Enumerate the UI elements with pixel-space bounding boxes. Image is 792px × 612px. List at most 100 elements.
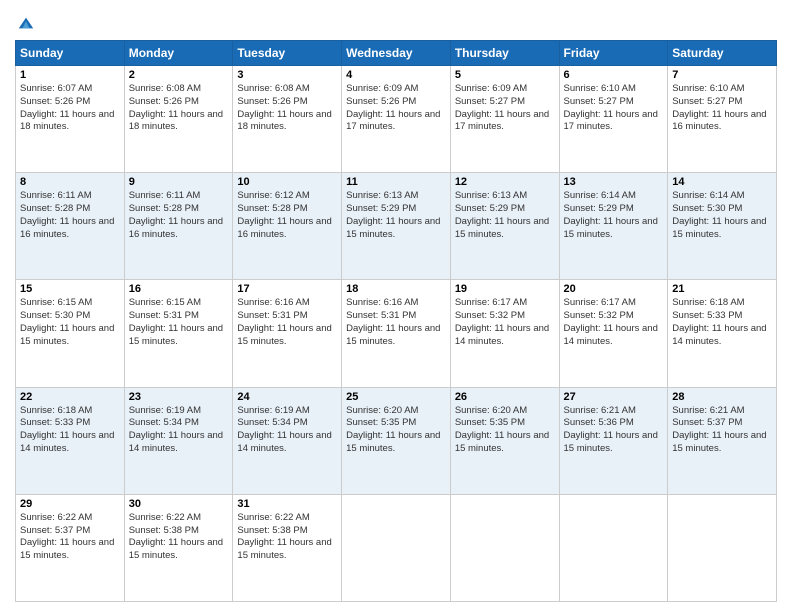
day-number: 2: [129, 69, 229, 81]
calendar-cell: 16 Sunrise: 6:15 AMSunset: 5:31 PMDaylig…: [124, 280, 233, 387]
calendar-cell: 23 Sunrise: 6:19 AMSunset: 5:34 PMDaylig…: [124, 387, 233, 494]
day-detail: Sunrise: 6:10 AMSunset: 5:27 PMDaylight:…: [672, 83, 772, 134]
day-detail: Sunrise: 6:22 AMSunset: 5:38 PMDaylight:…: [237, 512, 337, 563]
calendar-cell: 28 Sunrise: 6:21 AMSunset: 5:37 PMDaylig…: [668, 387, 777, 494]
calendar-cell: 10 Sunrise: 6:12 AMSunset: 5:28 PMDaylig…: [233, 173, 342, 280]
day-detail: Sunrise: 6:20 AMSunset: 5:35 PMDaylight:…: [346, 405, 446, 456]
day-detail: Sunrise: 6:17 AMSunset: 5:32 PMDaylight:…: [455, 297, 555, 348]
day-detail: Sunrise: 6:09 AMSunset: 5:27 PMDaylight:…: [455, 83, 555, 134]
day-detail: Sunrise: 6:18 AMSunset: 5:33 PMDaylight:…: [20, 405, 120, 456]
calendar-table: SundayMondayTuesdayWednesdayThursdayFrid…: [15, 40, 777, 602]
day-number: 9: [129, 176, 229, 188]
header: [15, 10, 777, 32]
day-detail: Sunrise: 6:20 AMSunset: 5:35 PMDaylight:…: [455, 405, 555, 456]
day-number: 28: [672, 391, 772, 403]
calendar-cell: 22 Sunrise: 6:18 AMSunset: 5:33 PMDaylig…: [16, 387, 125, 494]
day-detail: Sunrise: 6:19 AMSunset: 5:34 PMDaylight:…: [129, 405, 229, 456]
day-detail: Sunrise: 6:22 AMSunset: 5:37 PMDaylight:…: [20, 512, 120, 563]
calendar-day-header: Saturday: [668, 41, 777, 66]
calendar-header-row: SundayMondayTuesdayWednesdayThursdayFrid…: [16, 41, 777, 66]
day-number: 14: [672, 176, 772, 188]
calendar-cell: 9 Sunrise: 6:11 AMSunset: 5:28 PMDayligh…: [124, 173, 233, 280]
day-detail: Sunrise: 6:14 AMSunset: 5:30 PMDaylight:…: [672, 190, 772, 241]
day-detail: Sunrise: 6:17 AMSunset: 5:32 PMDaylight:…: [564, 297, 664, 348]
day-detail: Sunrise: 6:07 AMSunset: 5:26 PMDaylight:…: [20, 83, 120, 134]
calendar-cell: [342, 494, 451, 601]
day-detail: Sunrise: 6:16 AMSunset: 5:31 PMDaylight:…: [346, 297, 446, 348]
calendar-cell: 6 Sunrise: 6:10 AMSunset: 5:27 PMDayligh…: [559, 66, 668, 173]
calendar-cell: 5 Sunrise: 6:09 AMSunset: 5:27 PMDayligh…: [450, 66, 559, 173]
calendar-cell: 4 Sunrise: 6:09 AMSunset: 5:26 PMDayligh…: [342, 66, 451, 173]
calendar-cell: 2 Sunrise: 6:08 AMSunset: 5:26 PMDayligh…: [124, 66, 233, 173]
calendar-cell: 20 Sunrise: 6:17 AMSunset: 5:32 PMDaylig…: [559, 280, 668, 387]
calendar-cell: 29 Sunrise: 6:22 AMSunset: 5:37 PMDaylig…: [16, 494, 125, 601]
calendar-cell: 13 Sunrise: 6:14 AMSunset: 5:29 PMDaylig…: [559, 173, 668, 280]
calendar-day-header: Wednesday: [342, 41, 451, 66]
day-detail: Sunrise: 6:08 AMSunset: 5:26 PMDaylight:…: [129, 83, 229, 134]
day-detail: Sunrise: 6:13 AMSunset: 5:29 PMDaylight:…: [455, 190, 555, 241]
logo: [15, 14, 35, 32]
calendar-week-row: 22 Sunrise: 6:18 AMSunset: 5:33 PMDaylig…: [16, 387, 777, 494]
calendar-week-row: 1 Sunrise: 6:07 AMSunset: 5:26 PMDayligh…: [16, 66, 777, 173]
day-number: 20: [564, 283, 664, 295]
day-number: 12: [455, 176, 555, 188]
calendar-day-header: Monday: [124, 41, 233, 66]
calendar-cell: 14 Sunrise: 6:14 AMSunset: 5:30 PMDaylig…: [668, 173, 777, 280]
calendar-cell: [450, 494, 559, 601]
day-detail: Sunrise: 6:11 AMSunset: 5:28 PMDaylight:…: [20, 190, 120, 241]
calendar-cell: 1 Sunrise: 6:07 AMSunset: 5:26 PMDayligh…: [16, 66, 125, 173]
day-number: 11: [346, 176, 446, 188]
day-detail: Sunrise: 6:18 AMSunset: 5:33 PMDaylight:…: [672, 297, 772, 348]
day-number: 4: [346, 69, 446, 81]
day-number: 15: [20, 283, 120, 295]
day-detail: Sunrise: 6:13 AMSunset: 5:29 PMDaylight:…: [346, 190, 446, 241]
calendar-cell: [559, 494, 668, 601]
calendar-cell: 3 Sunrise: 6:08 AMSunset: 5:26 PMDayligh…: [233, 66, 342, 173]
day-detail: Sunrise: 6:15 AMSunset: 5:31 PMDaylight:…: [129, 297, 229, 348]
calendar-day-header: Tuesday: [233, 41, 342, 66]
calendar-cell: [668, 494, 777, 601]
day-detail: Sunrise: 6:22 AMSunset: 5:38 PMDaylight:…: [129, 512, 229, 563]
day-number: 1: [20, 69, 120, 81]
day-number: 23: [129, 391, 229, 403]
day-number: 3: [237, 69, 337, 81]
day-detail: Sunrise: 6:21 AMSunset: 5:37 PMDaylight:…: [672, 405, 772, 456]
day-number: 16: [129, 283, 229, 295]
calendar-day-header: Sunday: [16, 41, 125, 66]
day-number: 27: [564, 391, 664, 403]
calendar-week-row: 29 Sunrise: 6:22 AMSunset: 5:37 PMDaylig…: [16, 494, 777, 601]
day-detail: Sunrise: 6:21 AMSunset: 5:36 PMDaylight:…: [564, 405, 664, 456]
calendar-cell: 19 Sunrise: 6:17 AMSunset: 5:32 PMDaylig…: [450, 280, 559, 387]
calendar-cell: 17 Sunrise: 6:16 AMSunset: 5:31 PMDaylig…: [233, 280, 342, 387]
logo-icon: [17, 14, 35, 32]
day-number: 8: [20, 176, 120, 188]
calendar-day-header: Thursday: [450, 41, 559, 66]
calendar-cell: 11 Sunrise: 6:13 AMSunset: 5:29 PMDaylig…: [342, 173, 451, 280]
day-number: 5: [455, 69, 555, 81]
calendar-cell: 18 Sunrise: 6:16 AMSunset: 5:31 PMDaylig…: [342, 280, 451, 387]
calendar-cell: 8 Sunrise: 6:11 AMSunset: 5:28 PMDayligh…: [16, 173, 125, 280]
day-detail: Sunrise: 6:11 AMSunset: 5:28 PMDaylight:…: [129, 190, 229, 241]
calendar-cell: 12 Sunrise: 6:13 AMSunset: 5:29 PMDaylig…: [450, 173, 559, 280]
calendar-cell: 26 Sunrise: 6:20 AMSunset: 5:35 PMDaylig…: [450, 387, 559, 494]
day-detail: Sunrise: 6:10 AMSunset: 5:27 PMDaylight:…: [564, 83, 664, 134]
calendar-cell: 15 Sunrise: 6:15 AMSunset: 5:30 PMDaylig…: [16, 280, 125, 387]
day-number: 18: [346, 283, 446, 295]
calendar-week-row: 8 Sunrise: 6:11 AMSunset: 5:28 PMDayligh…: [16, 173, 777, 280]
day-number: 26: [455, 391, 555, 403]
calendar-cell: 31 Sunrise: 6:22 AMSunset: 5:38 PMDaylig…: [233, 494, 342, 601]
day-detail: Sunrise: 6:16 AMSunset: 5:31 PMDaylight:…: [237, 297, 337, 348]
day-number: 30: [129, 498, 229, 510]
day-detail: Sunrise: 6:15 AMSunset: 5:30 PMDaylight:…: [20, 297, 120, 348]
day-detail: Sunrise: 6:14 AMSunset: 5:29 PMDaylight:…: [564, 190, 664, 241]
day-detail: Sunrise: 6:19 AMSunset: 5:34 PMDaylight:…: [237, 405, 337, 456]
day-number: 19: [455, 283, 555, 295]
day-number: 6: [564, 69, 664, 81]
calendar-cell: 27 Sunrise: 6:21 AMSunset: 5:36 PMDaylig…: [559, 387, 668, 494]
day-number: 22: [20, 391, 120, 403]
calendar-cell: 25 Sunrise: 6:20 AMSunset: 5:35 PMDaylig…: [342, 387, 451, 494]
calendar-cell: 24 Sunrise: 6:19 AMSunset: 5:34 PMDaylig…: [233, 387, 342, 494]
day-detail: Sunrise: 6:09 AMSunset: 5:26 PMDaylight:…: [346, 83, 446, 134]
day-number: 21: [672, 283, 772, 295]
day-number: 7: [672, 69, 772, 81]
